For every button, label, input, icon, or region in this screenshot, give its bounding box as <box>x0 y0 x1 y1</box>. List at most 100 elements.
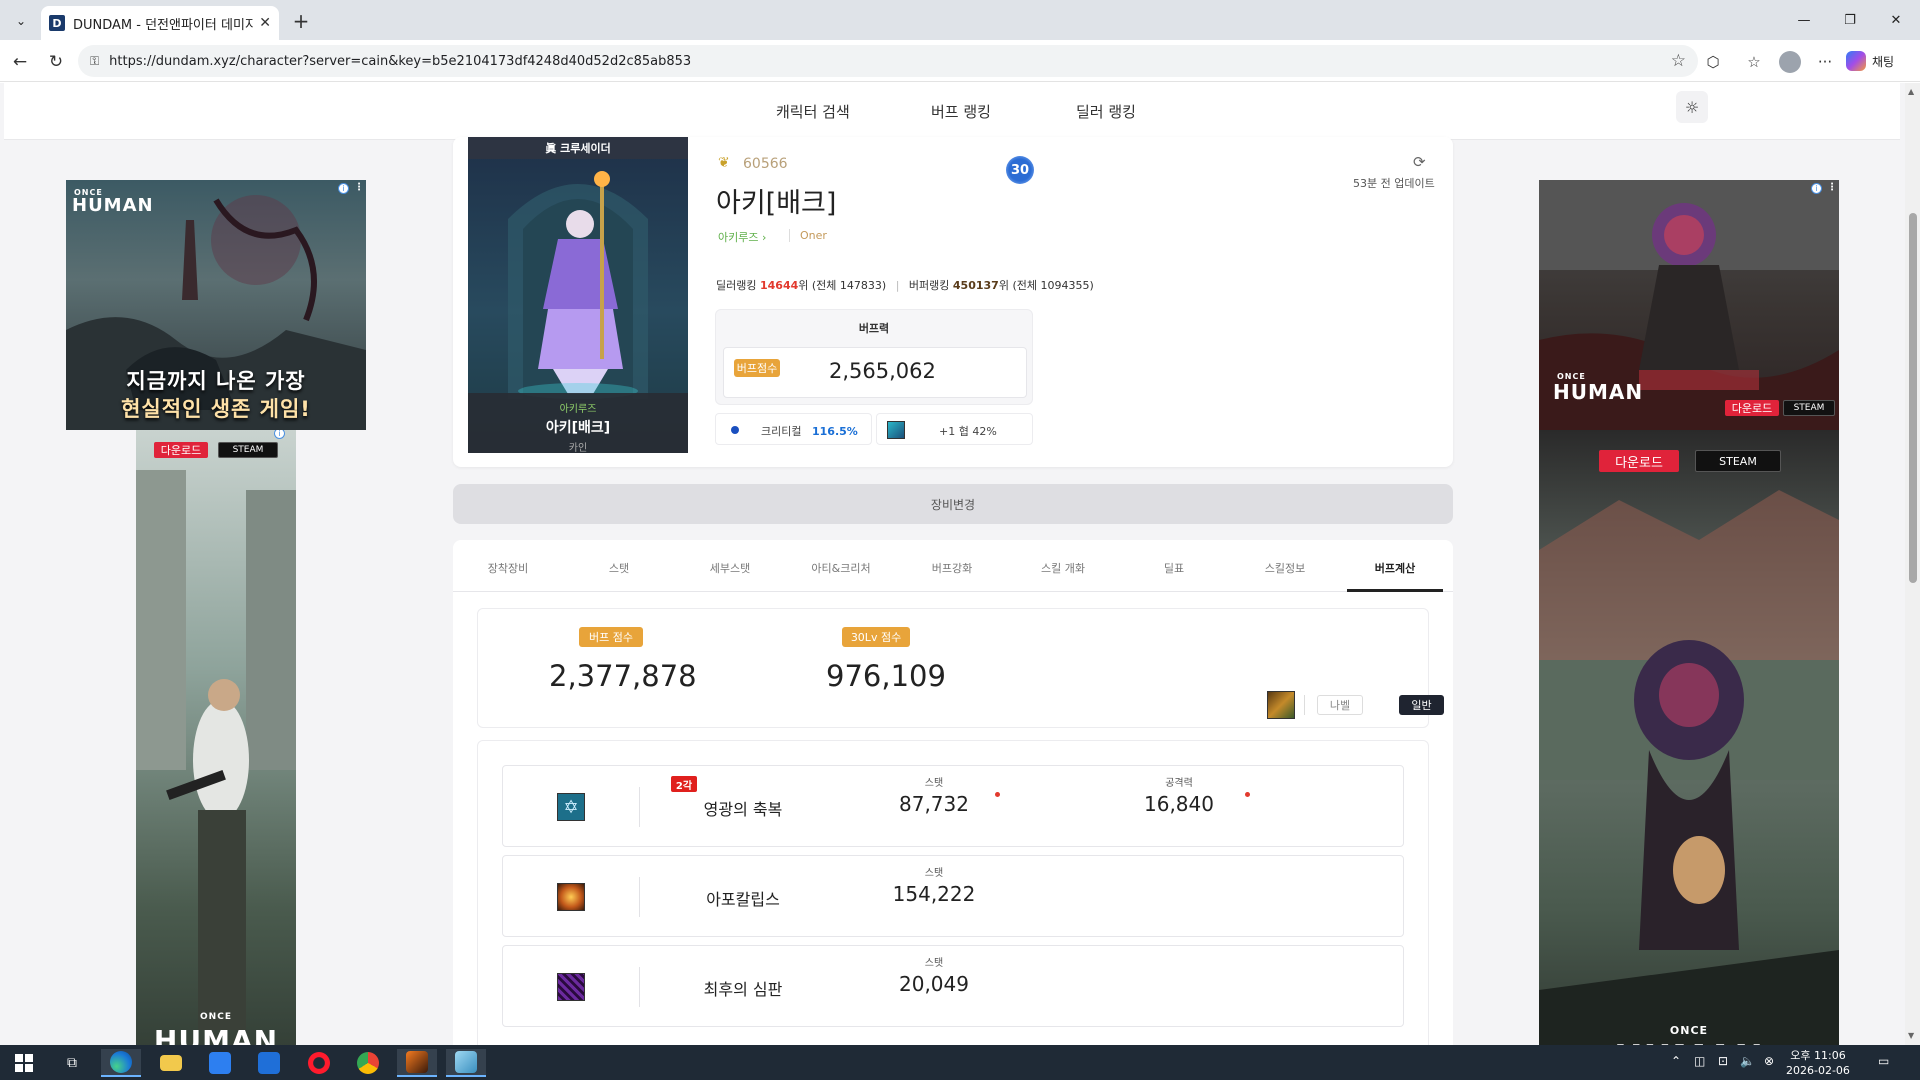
toggle-nabel-button[interactable]: 나벨 <box>1317 695 1363 715</box>
ad-brand-logo: HUMAN <box>153 1024 279 1045</box>
notification-icon[interactable]: ▭ <box>1878 1054 1889 1068</box>
detail-panel: 장착장비 스탯 세부스탯 아티&크리처 버프강화 스킬 개화 딜표 스킬정보 버… <box>453 540 1453 1045</box>
site-info-icon[interactable]: ⚿ <box>90 54 99 69</box>
tab-damage-table[interactable]: 딜표 <box>1119 560 1229 576</box>
address-bar[interactable]: ⚿ https://dundam.xyz/character?server=ca… <box>78 45 1698 77</box>
tab-buff-calc[interactable]: 버프계산 <box>1340 560 1450 576</box>
dealer-rank-label: 딜러랭킹 <box>716 279 757 292</box>
tab-skill-bloom[interactable]: 스킬 개화 <box>1008 560 1118 576</box>
ad-steam-button[interactable]: STEAM <box>1783 400 1835 416</box>
chrome-icon[interactable] <box>348 1049 388 1077</box>
game-launcher-icon[interactable] <box>397 1049 437 1077</box>
profile-avatar[interactable] <box>1777 49 1803 75</box>
tray-status-icon[interactable]: ⊗ <box>1764 1054 1774 1068</box>
ad-headline-2: 현실적인 생존 게임! <box>121 397 311 421</box>
store-icon[interactable] <box>200 1049 240 1077</box>
nav-character-search[interactable]: 캐릭터 검색 <box>776 101 850 122</box>
ad-menu-icon[interactable]: ⋮ <box>354 182 364 193</box>
ad-right-skyscraper[interactable]: 다운로드 STEAM ONCE HUMAN <box>1539 430 1839 1045</box>
refresh-icon[interactable]: ⟳ <box>1413 153 1426 171</box>
window-close-icon[interactable]: ✕ <box>1874 8 1918 32</box>
fire-orb-icon <box>557 883 585 911</box>
character-name: 아키[배크] <box>716 188 837 219</box>
scroll-down-icon[interactable]: ▼ <box>1908 1031 1914 1040</box>
browser-tab-dundam[interactable]: D DUNDAM - 던전앤파이터 데미지 ... ✕ <box>41 6 279 40</box>
toggle-normal-button[interactable]: 일반 <box>1399 695 1444 715</box>
skill-row: 아포칼립스 스탯 154,222 <box>502 855 1404 937</box>
ad-menu-icon[interactable]: ⋮ <box>1827 182 1837 193</box>
ad-download-button[interactable]: 다운로드 <box>1599 450 1679 472</box>
scroll-up-icon[interactable]: ▲ <box>1908 87 1914 96</box>
volume-icon[interactable]: 🔈 <box>1740 1054 1755 1068</box>
favorites-icon[interactable]: ☆ <box>1741 49 1767 75</box>
tab-artifact-creature[interactable]: 아티&크리처 <box>786 560 896 576</box>
ad-steam-button[interactable]: STEAM <box>1695 450 1781 472</box>
new-tab-plus-icon[interactable]: + <box>288 8 314 34</box>
guild-name[interactable]: Oner <box>789 229 827 242</box>
ad-info-icon[interactable]: i <box>1811 183 1822 194</box>
page-scrollbar[interactable]: ▲ ▼ <box>1905 83 1920 1045</box>
task-view-icon[interactable]: ⧉ <box>52 1049 92 1077</box>
ad-left-banner[interactable]: ONCE HUMAN 지금까지 나온 가장 현실적인 생존 게임! i ⋮ <box>66 180 366 430</box>
ad-left-skyscraper[interactable]: 다운로드 STEAM i ONCE HUMAN <box>136 430 296 1045</box>
portrait-server-name: 카인 <box>568 443 588 453</box>
back-arrow-icon[interactable]: ← <box>7 49 33 75</box>
tray-overflow-chevron-icon[interactable]: ⌃ <box>1671 1054 1681 1068</box>
extensions-icon[interactable]: ⬡ <box>1700 49 1726 75</box>
skill-name: 아포칼립스 <box>706 890 780 909</box>
theme-toggle-sun-icon[interactable]: ☼ <box>1676 91 1708 123</box>
skill-stat-label: 스탯 <box>924 778 944 789</box>
active-tab-indicator <box>1347 589 1443 592</box>
detail-tabs: 장착장비 스탯 세부스탯 아티&크리처 버프강화 스킬 개화 딜표 스킬정보 버… <box>453 540 1453 592</box>
tab-skill-info[interactable]: 스킬정보 <box>1230 560 1340 576</box>
windows-taskbar: ⧉ ⌃ ◫ ⊡ 🔈 ⊗ 오후 11:06 2026-02-06 ▭ <box>0 1045 1920 1080</box>
calc-lv30-score-pill: 30Lv 점수 <box>842 627 910 647</box>
buff-score-value: 2,565,062 <box>829 359 936 383</box>
outlook-icon[interactable] <box>249 1049 289 1077</box>
notepad-icon[interactable] <box>446 1049 486 1077</box>
nav-dealer-ranking[interactable]: 딜러 랭킹 <box>1076 101 1136 122</box>
weapon-icon[interactable] <box>1267 691 1295 719</box>
opera-icon[interactable] <box>299 1049 339 1077</box>
fame-value: 60566 <box>743 156 788 172</box>
adventure-link[interactable]: 아키루즈 › <box>718 229 766 245</box>
tab-buff-enhance[interactable]: 버프강화 <box>897 560 1007 576</box>
ad-right-banner[interactable]: ONCE HUMAN 다운로드 STEAM i ⋮ <box>1539 180 1839 430</box>
buff-skill-list: ✡ 2각 영광의 축복 스탯 87,732 공격력 16,840 아포칼립스 스… <box>477 740 1429 1045</box>
file-explorer-icon[interactable] <box>151 1049 191 1077</box>
gem-text: +1 협 42% <box>939 425 997 438</box>
character-portrait: 眞 크루세이더 아키루즈 아키[배크] 카인 <box>468 137 688 453</box>
tab-close-icon[interactable]: ✕ <box>259 15 271 31</box>
favorite-star-icon[interactable]: ☆ <box>1671 51 1686 71</box>
nav-buff-ranking[interactable]: 버프 랭킹 <box>931 101 991 122</box>
atk-alert-dot <box>1245 792 1250 797</box>
more-menu-icon[interactable]: ··· <box>1812 49 1838 75</box>
critical-label: 크리티컬 <box>761 425 802 438</box>
tab-detail-stats[interactable]: 세부스탯 <box>675 560 785 576</box>
equip-change-button[interactable]: 장비변경 <box>453 484 1453 524</box>
divider <box>639 877 640 917</box>
tab-stats[interactable]: 스탯 <box>564 560 674 576</box>
ad-info-icon[interactable]: i <box>338 183 349 194</box>
scroll-thumb[interactable] <box>1909 213 1917 583</box>
taskbar-clock[interactable]: 오후 11:06 2026-02-06 <box>1786 1048 1850 1078</box>
reload-icon[interactable]: ↻ <box>43 49 69 75</box>
tray-app-icon[interactable]: ◫ <box>1694 1054 1705 1068</box>
copilot-button[interactable]: 채팅 <box>1846 48 1894 74</box>
start-windows-icon[interactable] <box>4 1049 44 1077</box>
portrait-adventure-name: 아키루즈 <box>559 404 597 415</box>
skill-row: ✡ 2각 영광의 축복 스탯 87,732 공격력 16,840 <box>502 765 1404 847</box>
edge-browser-icon[interactable] <box>101 1049 141 1077</box>
ad-brand-logo: HUMAN <box>1539 1038 1839 1045</box>
ad-download-button[interactable]: 다운로드 <box>1725 400 1779 416</box>
clock-time: 오후 11:06 <box>1790 1049 1846 1062</box>
restore-icon[interactable]: ❐ <box>1828 8 1872 32</box>
ad-headline-1: 지금까지 나온 가장 <box>126 369 306 393</box>
network-icon[interactable]: ⊡ <box>1718 1054 1728 1068</box>
ad-steam-button[interactable]: STEAM <box>218 442 278 458</box>
tab-equipment[interactable]: 장착장비 <box>453 560 563 576</box>
minimize-icon[interactable]: — <box>1782 8 1826 32</box>
tab-list-chevron-icon[interactable]: ⌄ <box>8 8 34 34</box>
ad-download-button[interactable]: 다운로드 <box>154 442 208 458</box>
skill-row: 최후의 심판 스탯 20,049 <box>502 945 1404 1027</box>
